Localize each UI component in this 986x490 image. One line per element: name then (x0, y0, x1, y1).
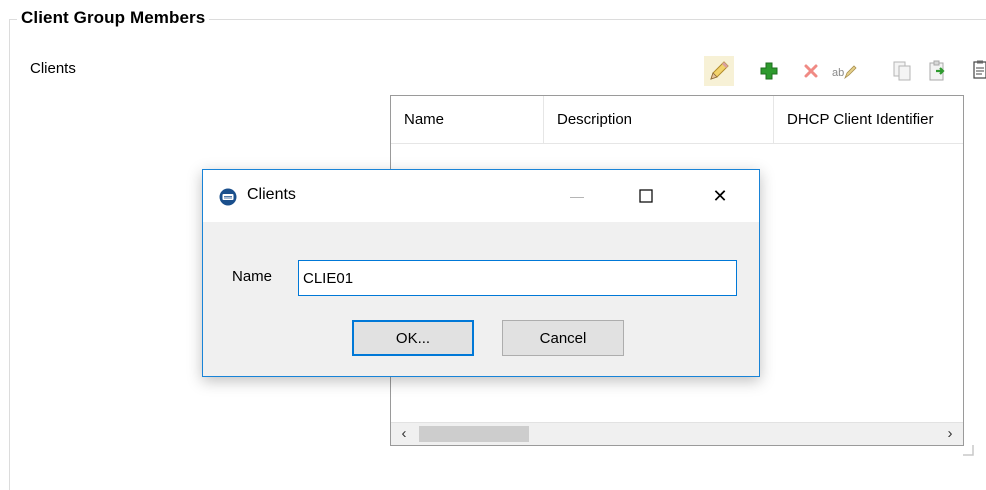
pencil-icon (710, 61, 729, 80)
clipboard-icon (973, 60, 986, 79)
maximize-button[interactable] (623, 170, 669, 222)
dialog-title: Clients (247, 186, 296, 203)
toolbar: ab (704, 56, 986, 88)
plus-icon (760, 62, 778, 80)
name-input[interactable] (298, 260, 737, 296)
maximize-icon (639, 189, 653, 203)
delete-button[interactable] (796, 56, 826, 86)
rename-button[interactable]: ab (829, 56, 859, 86)
group-title: Client Group Members (17, 8, 210, 28)
svg-text:ab: ab (832, 67, 844, 79)
ok-button[interactable]: OK... (352, 320, 474, 356)
close-button[interactable]: ✕ (697, 170, 743, 222)
copy-icon (893, 61, 911, 81)
grid-header: Name Description DHCP Client Identifier (391, 96, 963, 144)
properties-button[interactable] (970, 56, 986, 86)
scroll-thumb[interactable] (419, 426, 529, 442)
column-header-dhcp-client-identifier[interactable]: DHCP Client Identifier (774, 96, 963, 143)
scroll-right-arrow[interactable]: › (939, 423, 961, 445)
paste-button[interactable] (923, 56, 953, 86)
clients-label: Clients (30, 60, 76, 77)
cancel-button[interactable]: Cancel (502, 320, 624, 356)
rename-icon: ab (832, 65, 857, 80)
add-button[interactable] (754, 56, 784, 86)
column-header-name[interactable]: Name (391, 96, 544, 143)
resize-grip-icon[interactable] (962, 444, 974, 456)
delete-x-icon (804, 64, 818, 78)
dialog-titlebar[interactable]: Clients — ✕ (203, 170, 759, 222)
copy-button[interactable] (887, 56, 917, 86)
horizontal-scrollbar[interactable]: ‹ › (391, 422, 963, 445)
scroll-left-arrow[interactable]: ‹ (393, 423, 415, 445)
clients-dialog: Clients — ✕ Name OK... Cancel (202, 169, 760, 377)
app-icon (219, 188, 237, 206)
paste-icon (929, 60, 945, 81)
name-label: Name (232, 268, 273, 285)
minimize-button[interactable]: — (554, 170, 600, 222)
column-header-description[interactable]: Description (544, 96, 774, 143)
edit-button[interactable] (704, 56, 734, 86)
